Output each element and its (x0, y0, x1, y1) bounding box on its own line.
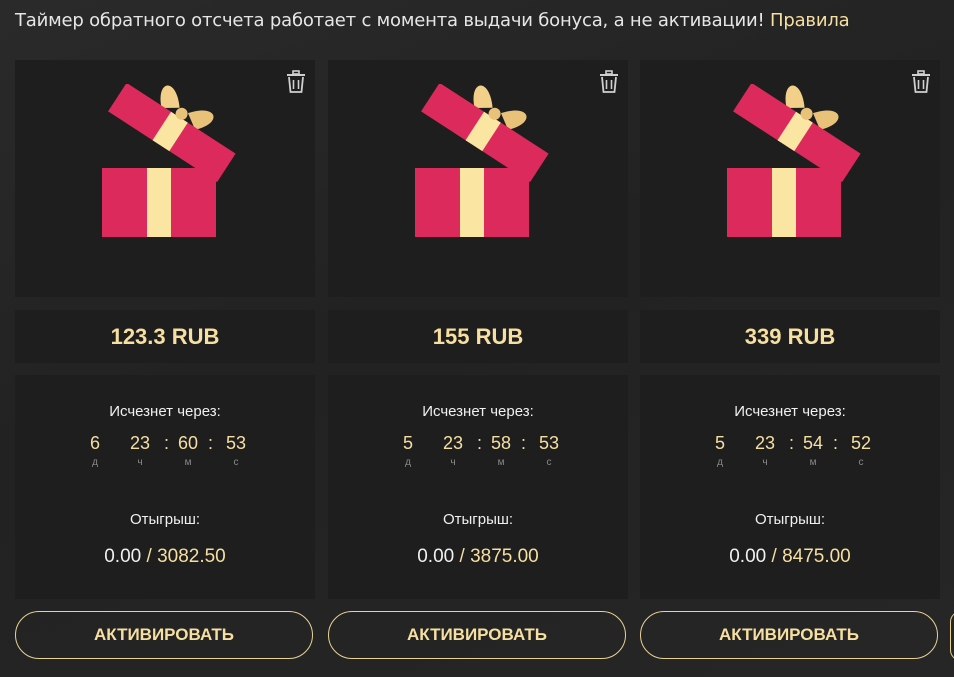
timer-separator: : (833, 433, 839, 453)
expires-label: Исчезнет через: (422, 403, 534, 420)
timer-hours: 23 ч (442, 433, 464, 468)
countdown-timer: 5д 23 ч : 54 м : 52 с (640, 433, 940, 469)
timer-seconds: 53 с (538, 433, 560, 468)
wager-slash: / (771, 546, 777, 567)
wager-slash: / (146, 546, 152, 567)
timer-hours: 23 ч (754, 433, 776, 468)
timer-hours: 23 ч (129, 433, 151, 468)
timer-seconds: 53 с (225, 433, 247, 468)
wager-label: Отыгрыш: (129, 511, 201, 528)
bonus-info: Исчезнет через: 5д 23 ч : 54 м : 52 с Отыгр… (640, 375, 940, 599)
gift-icon (97, 82, 237, 249)
timer-separator: : (477, 433, 483, 453)
wager-current: 0.00 (417, 546, 455, 567)
timer-separator: : (164, 433, 170, 453)
bonus-amount: 339 RUB (640, 310, 940, 363)
bonus-image-panel (640, 60, 940, 297)
wager-total: 3875.00 (470, 546, 539, 567)
trash-icon[interactable] (598, 70, 620, 94)
countdown-timer: 6д 23 ч : 60 м : 53 с (15, 433, 315, 469)
wager-current: 0.00 (729, 546, 767, 567)
wager-slash: / (459, 546, 465, 567)
rules-link[interactable]: Правила (770, 10, 850, 31)
timer-minutes: 60 м (177, 433, 199, 468)
timer-days: 5д (402, 433, 413, 468)
timer-separator: : (208, 433, 214, 453)
wager-total: 3082.50 (157, 546, 226, 567)
timer-minutes: 58 м (490, 433, 512, 468)
wager-progress: 0.00 / 8475.00 (640, 546, 940, 568)
gift-icon (410, 82, 550, 249)
wager-label: Отыгрыш: (754, 511, 826, 528)
trash-icon[interactable] (285, 70, 307, 94)
wager-progress: 0.00 / 3875.00 (328, 546, 628, 568)
bonus-info: Исчезнет через: 6д 23 ч : 60 м : 53 с Отыгр… (15, 375, 315, 599)
wager-label: Отыгрыш: (442, 511, 514, 528)
expires-label: Исчезнет через: (109, 403, 221, 420)
timer-minutes: 54 м (802, 433, 824, 468)
notice-text: Таймер обратного отсчета работает с моме… (15, 10, 765, 31)
timer-seconds: 52 с (850, 433, 872, 468)
timer-separator: : (789, 433, 795, 453)
trash-icon[interactable] (910, 70, 932, 94)
timer-days: 5д (714, 433, 725, 468)
timer-days: 6д (89, 433, 100, 468)
bonus-image-panel (15, 60, 315, 297)
bonus-info: Исчезнет через: 5д 23 ч : 58 м : 53 с Отыгр… (328, 375, 628, 599)
wager-current: 0.00 (104, 546, 142, 567)
gift-icon (722, 82, 862, 249)
wager-progress: 0.00 / 3082.50 (15, 546, 315, 568)
activate-button[interactable]: АКТИВИРОВАТЬ (15, 611, 313, 659)
countdown-timer: 5д 23 ч : 58 м : 53 с (328, 433, 628, 469)
next-card-button-edge[interactable] (950, 611, 954, 661)
activate-button[interactable]: АКТИВИРОВАТЬ (328, 611, 626, 659)
bonus-amount: 155 RUB (328, 310, 628, 363)
activate-button[interactable]: АКТИВИРОВАТЬ (640, 611, 938, 659)
expires-label: Исчезнет через: (734, 403, 846, 420)
timer-notice: Таймер обратного отсчета работает с моме… (15, 10, 850, 31)
timer-separator: : (521, 433, 527, 453)
wager-total: 8475.00 (782, 546, 851, 567)
bonus-amount: 123.3 RUB (15, 310, 315, 363)
bonus-image-panel (328, 60, 628, 297)
